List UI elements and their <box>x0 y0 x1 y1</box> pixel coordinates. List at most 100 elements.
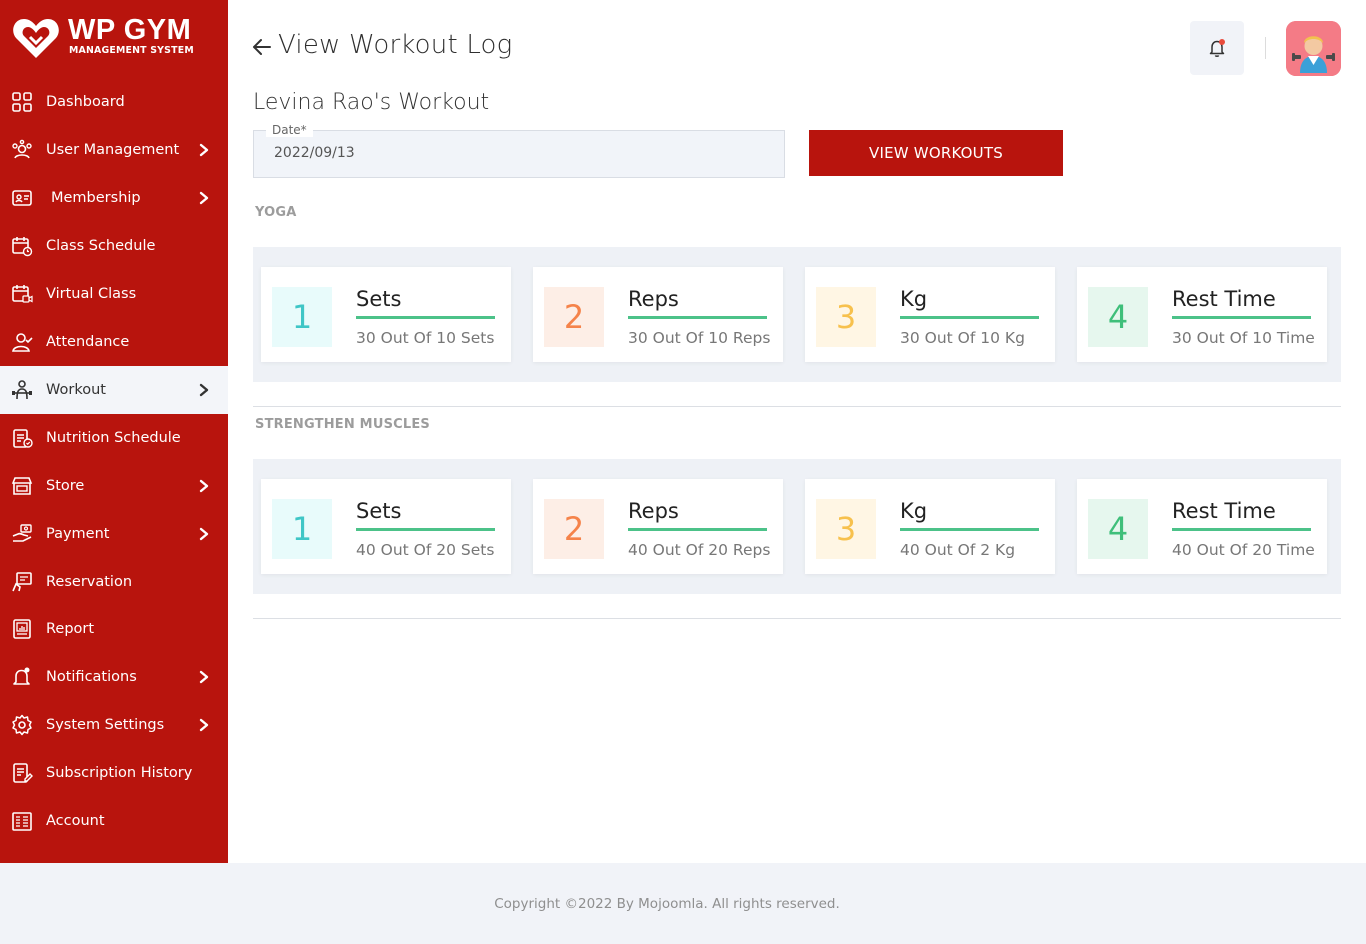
sidebar-item-label: Reservation <box>46 574 133 590</box>
section-divider <box>253 406 1341 407</box>
sidebar-item-report[interactable]: Report <box>0 605 228 653</box>
sidebar-item-label: Notifications <box>46 669 137 685</box>
account-icon <box>11 810 33 832</box>
sidebar-item-dashboard[interactable]: Dashboard <box>0 78 228 126</box>
stat-underline <box>900 316 1039 319</box>
stat-underline <box>628 316 767 319</box>
sidebar-item-reservation[interactable]: Reservation <box>0 558 228 606</box>
workout-stat-card: 4 Rest Time 30 Out Of 10 Time <box>1077 267 1327 362</box>
chevron-right-icon <box>198 670 210 684</box>
sidebar-item-workout[interactable]: Workout <box>0 366 228 414</box>
stat-number: 1 <box>272 287 332 347</box>
membership-card-icon <box>11 187 33 209</box>
workout-stat-card: 3 Kg 40 Out Of 2 Kg <box>805 479 1055 574</box>
stat-title: Rest Time <box>1172 287 1276 311</box>
workout-icon <box>11 379 33 401</box>
sidebar-item-subscription-history[interactable]: Subscription History <box>0 749 228 797</box>
stat-underline <box>628 528 767 531</box>
workout-stat-card: 4 Rest Time 40 Out Of 20 Time <box>1077 479 1327 574</box>
sidebar-item-notifications[interactable]: Notifications <box>0 653 228 701</box>
copyright-text: Copyright ©2022 By Mojoomla. All rights … <box>494 896 840 912</box>
user-check-icon <box>11 331 33 353</box>
stat-title: Sets <box>356 287 402 311</box>
workout-stat-card: 2 Reps 40 Out Of 20 Reps <box>533 479 783 574</box>
stat-detail: 40 Out Of 20 Sets <box>356 541 495 559</box>
sidebar-item-label: Store <box>46 478 85 494</box>
chevron-right-icon <box>198 191 210 205</box>
sidebar-item-label: Payment <box>46 526 110 542</box>
back-arrow-icon[interactable] <box>252 36 272 58</box>
sidebar-item-virtual-class[interactable]: Virtual Class <box>0 270 228 318</box>
sidebar-item-label: Attendance <box>46 334 130 350</box>
sidebar-item-label: Class Schedule <box>46 238 156 254</box>
sidebar-item-label: Nutrition Schedule <box>46 430 181 446</box>
subscription-icon <box>11 762 33 784</box>
workout-owner-heading: Levina Rao's Workout <box>253 90 490 115</box>
stat-detail: 40 Out Of 20 Reps <box>628 541 771 559</box>
workout-stat-card: 1 Sets 30 Out Of 10 Sets <box>261 267 511 362</box>
sidebar-item-label: System Settings <box>46 717 165 733</box>
sidebar-item-label: Subscription History <box>46 765 193 781</box>
workout-title: STRENGTHEN MUSCLES <box>255 417 430 432</box>
stat-underline <box>1172 316 1311 319</box>
stat-title: Sets <box>356 499 402 523</box>
bell-icon <box>1209 39 1225 57</box>
workout-stat-card: 3 Kg 30 Out Of 10 Kg <box>805 267 1055 362</box>
sidebar-item-payment[interactable]: Payment <box>0 510 228 558</box>
sidebar-item-class-schedule[interactable]: Class Schedule <box>0 222 228 270</box>
sidebar-item-store[interactable]: Store <box>0 462 228 510</box>
stat-detail: 30 Out Of 10 Reps <box>628 329 771 347</box>
sidebar-item-label: User Management <box>46 142 180 158</box>
sidebar-item-user-management[interactable]: User Management <box>0 126 228 174</box>
dashboard-icon <box>11 91 33 113</box>
date-field-value[interactable]: 2022/09/13 <box>274 145 355 161</box>
stat-detail: 30 Out Of 10 Kg <box>900 329 1025 347</box>
brand-subtitle: MANAGEMENT SYSTEM <box>69 45 194 56</box>
workout-stat-card: 1 Sets 40 Out Of 20 Sets <box>261 479 511 574</box>
bell-icon <box>11 666 33 688</box>
gear-icon <box>11 714 33 736</box>
stat-underline <box>1172 528 1311 531</box>
notification-dot <box>1219 39 1225 45</box>
brand-logo[interactable]: WP GYM MANAGEMENT SYSTEM <box>12 14 222 60</box>
sidebar-item-system-settings[interactable]: System Settings <box>0 701 228 749</box>
stat-detail: 30 Out Of 10 Time <box>1172 329 1315 347</box>
stat-title: Kg <box>900 499 928 523</box>
workout-title: YOGA <box>255 205 297 220</box>
sidebar-item-nutrition-schedule[interactable]: Nutrition Schedule <box>0 414 228 462</box>
sidebar-item-label: Account <box>46 813 105 829</box>
stat-detail: 40 Out Of 20 Time <box>1172 541 1315 559</box>
sidebar-item-label: Virtual Class <box>46 286 137 302</box>
sidebar-item-label: Workout <box>46 382 106 398</box>
stat-title: Reps <box>628 499 679 523</box>
stat-number: 4 <box>1088 287 1148 347</box>
stat-title: Rest Time <box>1172 499 1276 523</box>
stat-number: 3 <box>816 499 876 559</box>
avatar[interactable] <box>1286 21 1341 76</box>
sidebar: WP GYM MANAGEMENT SYSTEM Dashboard User M… <box>0 0 228 863</box>
stat-number: 1 <box>272 499 332 559</box>
calendar-icon <box>11 235 33 257</box>
stat-underline <box>356 528 495 531</box>
chevron-right-icon <box>198 383 210 397</box>
reservation-icon <box>11 571 33 593</box>
date-field-label: Date* <box>266 123 313 137</box>
view-workouts-button[interactable]: VIEW WORKOUTS <box>809 130 1063 176</box>
chevron-right-icon <box>198 479 210 493</box>
users-icon <box>11 139 33 161</box>
stat-underline <box>900 528 1039 531</box>
stat-title: Kg <box>900 287 928 311</box>
sidebar-item-label: Dashboard <box>46 94 125 110</box>
stat-number: 2 <box>544 287 604 347</box>
sidebar-item-account[interactable]: Account <box>0 797 228 845</box>
report-icon <box>11 618 33 640</box>
stat-underline <box>356 316 495 319</box>
workout-stat-card: 2 Reps 30 Out Of 10 Reps <box>533 267 783 362</box>
nutrition-icon <box>11 427 33 449</box>
user-avatar-icon <box>1286 21 1341 76</box>
notification-button[interactable] <box>1190 21 1244 75</box>
sidebar-item-attendance[interactable]: Attendance <box>0 318 228 366</box>
payment-icon <box>11 523 33 545</box>
stat-number: 3 <box>816 287 876 347</box>
sidebar-item-membership[interactable]: Membership <box>0 174 228 222</box>
